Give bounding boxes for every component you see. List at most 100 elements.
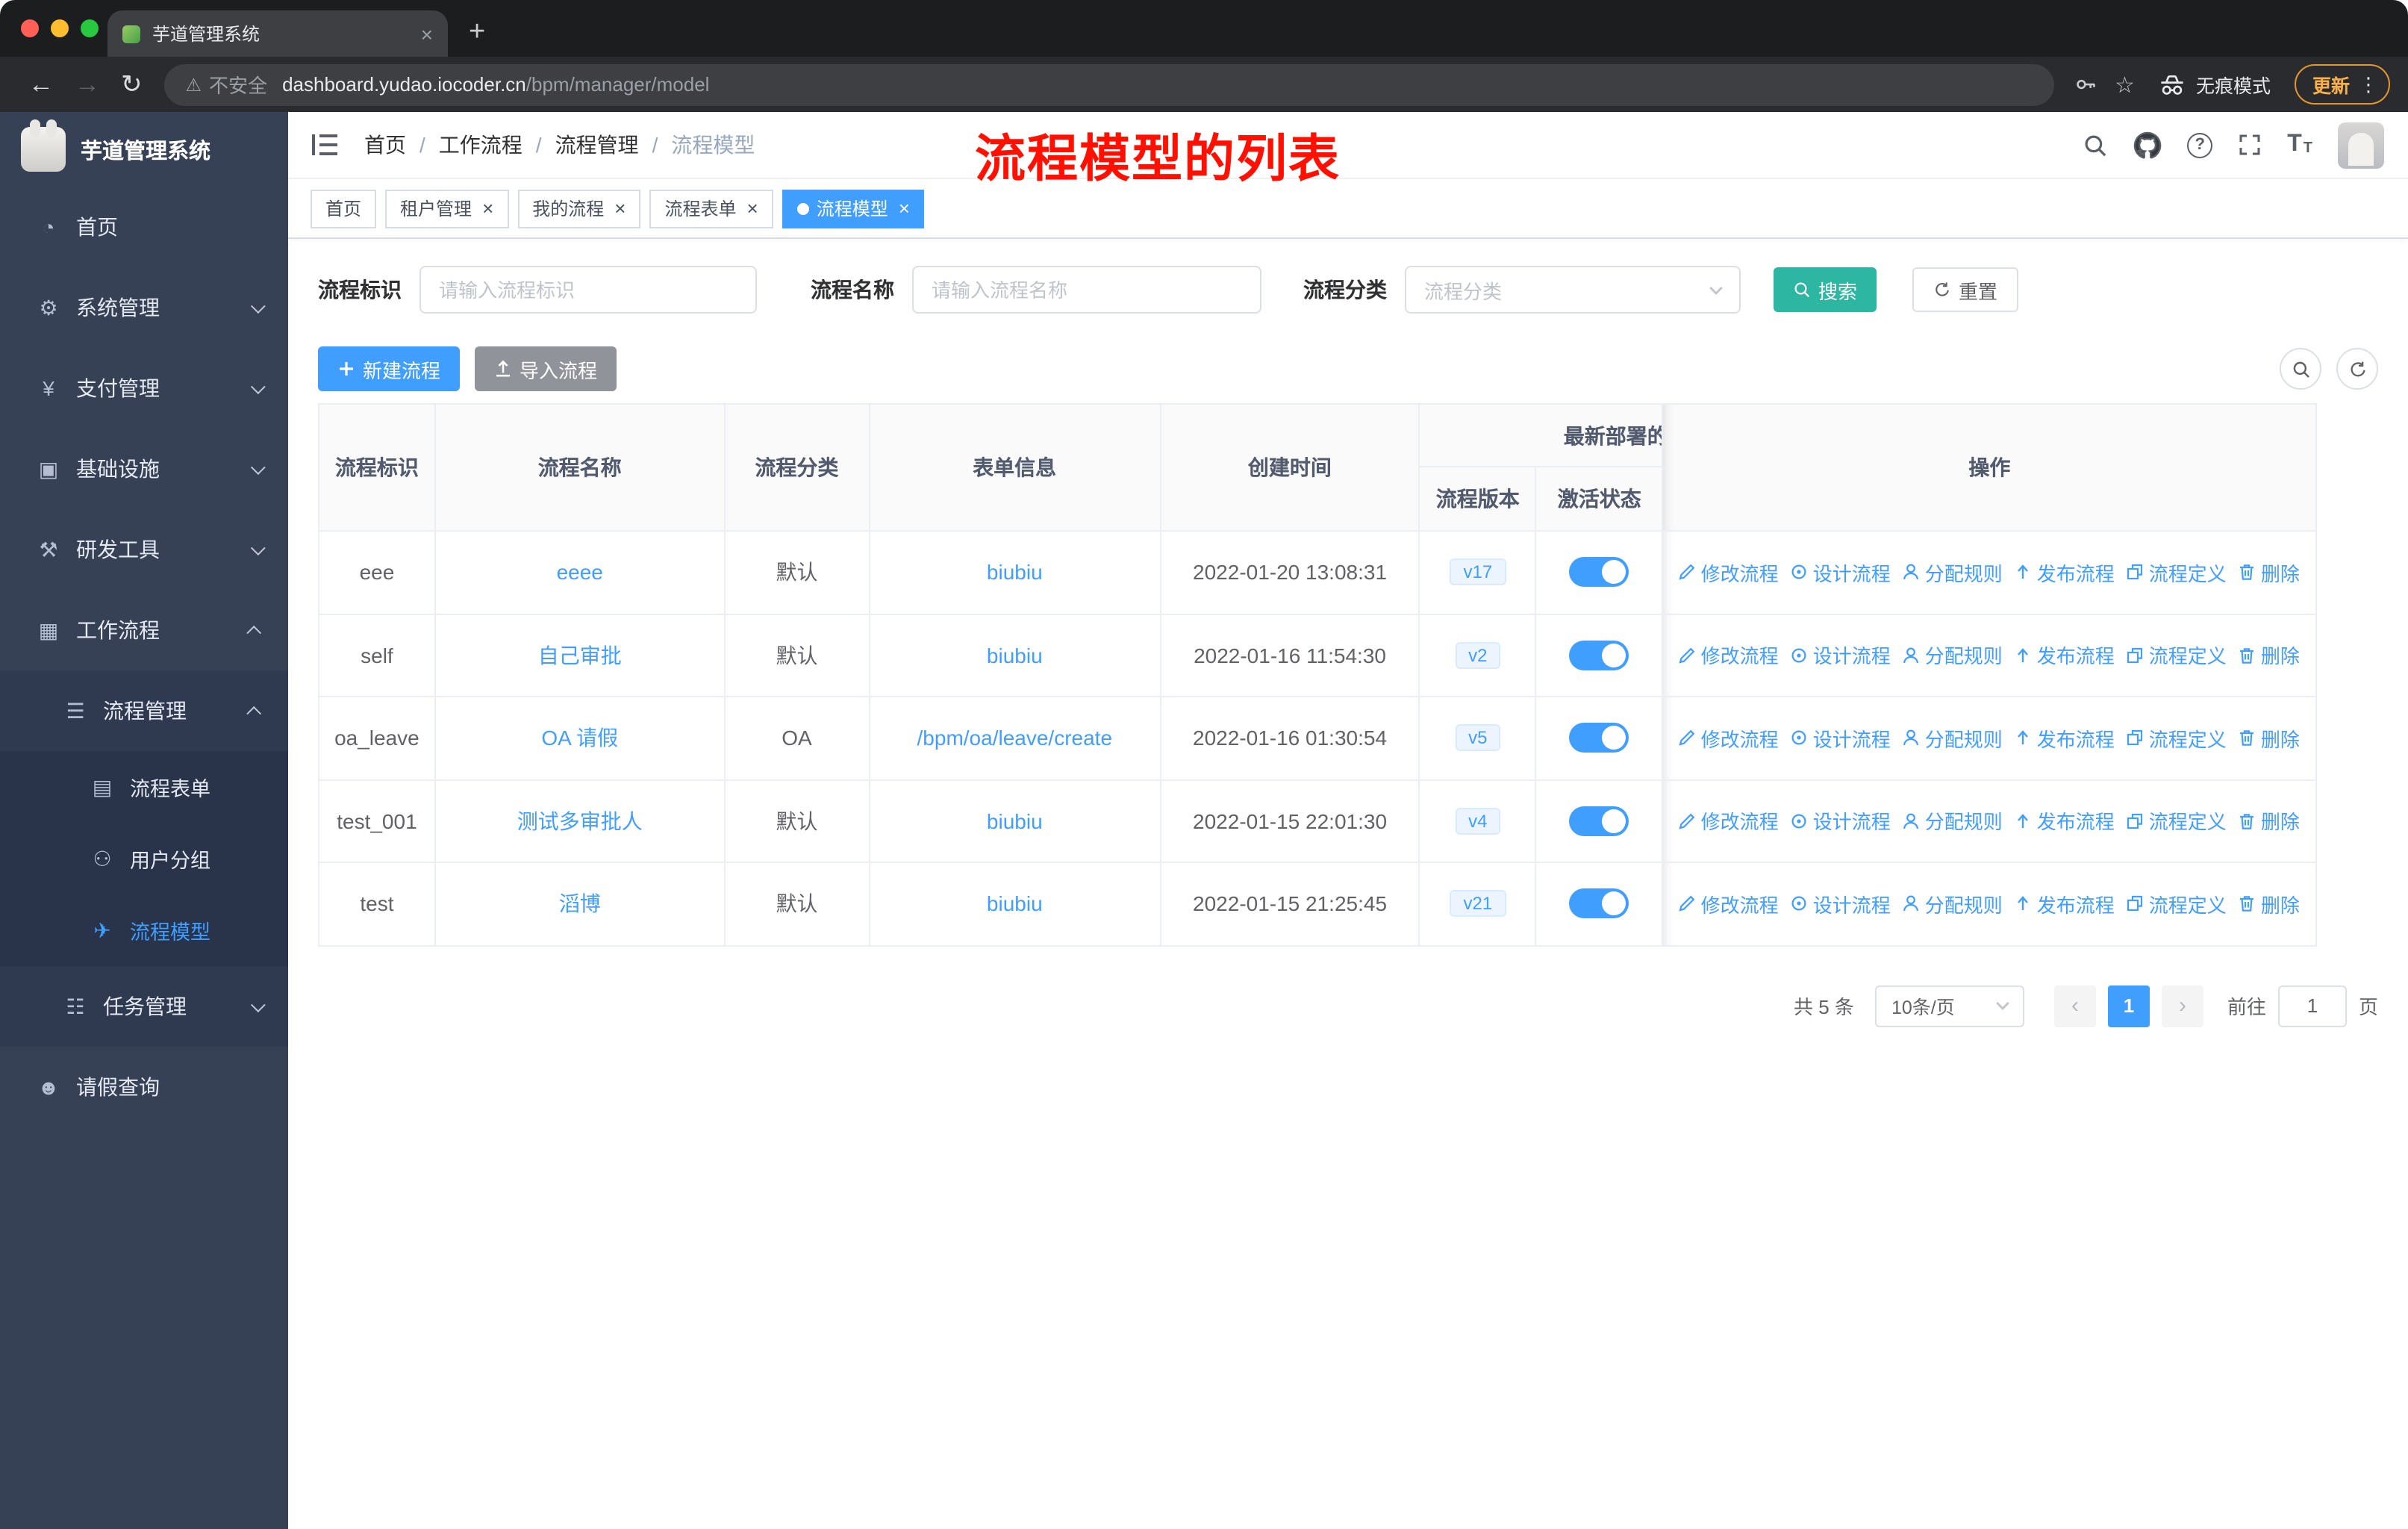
- import-process-button[interactable]: 导入流程: [475, 346, 617, 391]
- sidebar-item-leave-query[interactable]: ☻ 请假查询: [0, 1047, 288, 1127]
- browser-menu-icon[interactable]: ⋮: [2359, 75, 2378, 94]
- sidebar-item-devtools[interactable]: ⚒ 研发工具: [0, 509, 288, 590]
- process-name-input[interactable]: [912, 266, 1261, 314]
- process-name-link[interactable]: 滔博: [559, 889, 601, 919]
- design-process-action[interactable]: 设计流程: [1791, 724, 1891, 753]
- create-process-button[interactable]: 新建流程: [318, 346, 461, 391]
- modify-process-action[interactable]: 修改流程: [1679, 807, 1779, 835]
- sidebar-item-user-group[interactable]: ⚇ 用户分组: [0, 823, 288, 894]
- active-status-toggle[interactable]: [1569, 640, 1629, 670]
- tag-tenant-mgmt[interactable]: 租户管理 ×: [385, 189, 509, 228]
- process-name-link[interactable]: eeee: [557, 561, 603, 585]
- close-tab-icon[interactable]: ×: [421, 23, 433, 44]
- prev-page-button[interactable]: ‹: [2053, 985, 2096, 1027]
- sidebar-item-home[interactable]: ◔ 首页: [0, 187, 288, 267]
- bookmark-star-icon[interactable]: ☆: [2115, 71, 2135, 98]
- assign-rules-action[interactable]: 分配规则: [1903, 724, 2003, 753]
- delete-action[interactable]: 删除: [2239, 558, 2300, 587]
- active-status-toggle[interactable]: [1569, 888, 1629, 919]
- search-icon[interactable]: [2083, 132, 2108, 158]
- reload-button[interactable]: ↻: [121, 72, 143, 97]
- process-definition-action[interactable]: 流程定义: [2127, 724, 2227, 753]
- form-info-link[interactable]: /bpm/oa/leave/create: [917, 726, 1113, 750]
- process-definition-action[interactable]: 流程定义: [2127, 641, 2227, 670]
- avatar[interactable]: [2338, 122, 2384, 168]
- version-badge[interactable]: v17: [1450, 558, 1506, 586]
- version-badge[interactable]: v21: [1450, 890, 1506, 918]
- active-status-toggle[interactable]: [1569, 806, 1629, 836]
- publish-process-action[interactable]: 发布流程: [2015, 890, 2115, 918]
- delete-action[interactable]: 删除: [2239, 807, 2300, 835]
- sidebar-item-infra[interactable]: ▣ 基础设施: [0, 429, 288, 509]
- design-process-action[interactable]: 设计流程: [1791, 807, 1891, 835]
- minimize-window-button[interactable]: [51, 19, 69, 37]
- breadcrumb-workflow[interactable]: 工作流程: [439, 130, 523, 160]
- publish-process-action[interactable]: 发布流程: [2015, 641, 2115, 670]
- tag-home[interactable]: 首页: [311, 189, 377, 228]
- design-process-action[interactable]: 设计流程: [1791, 558, 1891, 587]
- zoom-window-button[interactable]: [81, 19, 99, 37]
- forward-button[interactable]: →: [75, 72, 100, 97]
- page-size-select[interactable]: 10条/页: [1874, 985, 2024, 1027]
- security-label[interactable]: 不安全: [209, 70, 267, 99]
- publish-process-action[interactable]: 发布流程: [2015, 558, 2115, 587]
- design-process-action[interactable]: 设计流程: [1791, 890, 1891, 918]
- search-button[interactable]: 搜索: [1774, 267, 1877, 312]
- delete-action[interactable]: 删除: [2239, 890, 2300, 918]
- assign-rules-action[interactable]: 分配规则: [1903, 558, 2003, 587]
- refresh-table-button[interactable]: [2336, 348, 2378, 390]
- active-status-toggle[interactable]: [1569, 557, 1629, 588]
- fullscreen-icon[interactable]: [2238, 133, 2262, 157]
- password-key-icon[interactable]: [2074, 73, 2097, 96]
- close-tag-icon[interactable]: ×: [614, 199, 626, 218]
- assign-rules-action[interactable]: 分配规则: [1903, 890, 2003, 918]
- form-info-link[interactable]: biubiu: [987, 892, 1043, 916]
- back-button[interactable]: ←: [28, 72, 54, 97]
- close-tag-icon[interactable]: ×: [899, 199, 910, 218]
- breadcrumb-process-mgmt[interactable]: 流程管理: [555, 130, 639, 160]
- process-name-link[interactable]: OA 请假: [541, 723, 618, 753]
- toggle-search-button[interactable]: [2280, 348, 2321, 390]
- process-definition-action[interactable]: 流程定义: [2127, 558, 2227, 587]
- version-badge[interactable]: v4: [1455, 807, 1501, 835]
- process-key-input[interactable]: [419, 266, 757, 314]
- version-badge[interactable]: v5: [1455, 724, 1501, 752]
- publish-process-action[interactable]: 发布流程: [2015, 724, 2115, 753]
- browser-tab[interactable]: 芋道管理系统 ×: [107, 10, 448, 57]
- form-info-link[interactable]: biubiu: [987, 809, 1043, 833]
- tag-my-process[interactable]: 我的流程 ×: [517, 189, 641, 228]
- close-tag-icon[interactable]: ×: [747, 199, 758, 218]
- github-icon[interactable]: [2133, 131, 2162, 159]
- delete-action[interactable]: 删除: [2239, 641, 2300, 670]
- tag-process-model[interactable]: 流程模型 ×: [782, 189, 925, 228]
- new-tab-button[interactable]: +: [469, 18, 485, 46]
- active-status-toggle[interactable]: [1569, 723, 1629, 753]
- font-size-icon[interactable]: [2287, 133, 2312, 157]
- page-number-button[interactable]: 1: [2107, 985, 2150, 1027]
- version-badge[interactable]: v2: [1455, 641, 1501, 669]
- close-window-button[interactable]: [21, 19, 39, 37]
- process-name-link[interactable]: 自己审批: [538, 641, 622, 670]
- help-icon[interactable]: ?: [2187, 132, 2213, 158]
- sidebar-toggle-icon[interactable]: [312, 134, 337, 155]
- next-page-button[interactable]: ›: [2161, 985, 2203, 1027]
- breadcrumb-home[interactable]: 首页: [364, 130, 406, 160]
- sidebar-item-process-model[interactable]: ✈ 流程模型: [0, 894, 288, 966]
- sidebar-item-system[interactable]: ⚙ 系统管理: [0, 267, 288, 348]
- update-button[interactable]: 更新 ⋮: [2294, 64, 2390, 105]
- sidebar-item-task-mgmt[interactable]: ☷ 任务管理: [0, 966, 288, 1047]
- modify-process-action[interactable]: 修改流程: [1679, 641, 1779, 670]
- process-definition-action[interactable]: 流程定义: [2127, 807, 2227, 835]
- modify-process-action[interactable]: 修改流程: [1679, 724, 1779, 753]
- app-logo[interactable]: 芋道管理系统: [0, 112, 288, 187]
- form-info-link[interactable]: biubiu: [987, 561, 1043, 585]
- reset-button[interactable]: 重置: [1912, 267, 2019, 312]
- close-tag-icon[interactable]: ×: [482, 199, 493, 218]
- sidebar-item-payment[interactable]: ¥ 支付管理: [0, 348, 288, 429]
- address-bar[interactable]: ⚠ 不安全 dashboard.yudao.iocoder.cn/bpm/man…: [164, 63, 2054, 105]
- modify-process-action[interactable]: 修改流程: [1679, 558, 1779, 587]
- delete-action[interactable]: 删除: [2239, 724, 2300, 753]
- process-name-link[interactable]: 测试多审批人: [517, 806, 643, 836]
- process-definition-action[interactable]: 流程定义: [2127, 890, 2227, 918]
- sidebar-item-process-mgmt[interactable]: ☰ 流程管理: [0, 670, 288, 751]
